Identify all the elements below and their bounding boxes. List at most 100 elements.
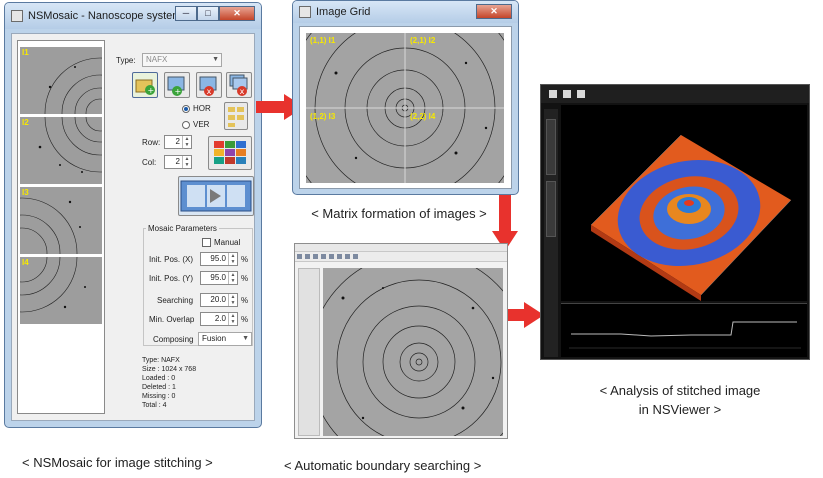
app-icon xyxy=(11,10,23,22)
close-button[interactable]: ✕ xyxy=(219,6,255,21)
tab-2d-view[interactable] xyxy=(546,119,556,175)
col-stepper[interactable]: 2 ▲ ▼ xyxy=(164,155,192,169)
nsviewer-window xyxy=(540,84,810,360)
clear-images-button[interactable]: x xyxy=(226,72,252,98)
toolbar-icon[interactable] xyxy=(313,254,318,259)
param-label: Init. Pos. (X) xyxy=(149,255,194,264)
add-folder-button[interactable]: + xyxy=(132,72,158,98)
status-panel: Type: NAFX Size : 1024 x 768 Loaded : 0 … xyxy=(142,356,196,410)
row-label: Row: xyxy=(142,138,161,147)
param-label: Min. Overlap xyxy=(149,315,195,324)
wafer-image xyxy=(323,268,503,436)
status-size: Size : 1024 x 768 xyxy=(142,366,197,373)
caption-mosaic: < NSMosaic for image stitching > xyxy=(22,455,213,470)
menu-bar[interactable] xyxy=(295,244,507,252)
caption-viewer-line1: < Analysis of stitched image xyxy=(599,383,761,398)
composing-select[interactable]: Fusion ▼ xyxy=(198,332,252,346)
toolbar-icon[interactable] xyxy=(353,254,358,259)
radio-label: VER xyxy=(193,120,210,129)
add-image-button[interactable]: + xyxy=(164,72,190,98)
thumbnail-list[interactable]: I1 I2 I3 I4 xyxy=(17,40,105,414)
orientation-hor-radio[interactable]: HOR xyxy=(182,104,211,113)
toolbar-icon[interactable] xyxy=(297,254,302,259)
grid-order-icon xyxy=(228,107,244,127)
viewer-toolbar xyxy=(541,85,809,103)
svg-text:+: + xyxy=(148,86,155,95)
composing-label: Composing xyxy=(153,335,194,344)
status-missing: Missing : 0 xyxy=(142,393,176,400)
window-title: Image Grid xyxy=(316,6,371,18)
toolbar-icon[interactable] xyxy=(337,254,342,259)
status-loaded: Loaded : 0 xyxy=(142,375,176,382)
row-value: 2 xyxy=(175,137,180,146)
param-unit: % xyxy=(241,255,249,264)
profile-chart[interactable] xyxy=(561,303,807,357)
toolbar-icon[interactable] xyxy=(345,254,350,259)
thumbnail-image xyxy=(38,117,102,173)
param-value: 2.0 xyxy=(214,314,226,323)
svg-text:x: x xyxy=(207,87,212,96)
stitched-result-image[interactable] xyxy=(323,268,503,436)
init-pos-y-stepper[interactable]: 95.0 ▲ ▼ xyxy=(200,271,238,285)
spin-arrows-icon[interactable]: ▲ ▼ xyxy=(182,156,191,168)
param-unit: % xyxy=(241,274,249,283)
thumbnail-label: I4 xyxy=(22,258,29,267)
orientation-ver-radio[interactable]: VER xyxy=(182,120,209,129)
radio-label: HOR xyxy=(193,104,211,113)
surface-plot-image xyxy=(590,134,792,301)
maximize-button[interactable]: □ xyxy=(197,6,219,21)
searching-stepper[interactable]: 20.0 ▲ ▼ xyxy=(200,293,238,307)
init-pos-x-stepper[interactable]: 95.0 ▲ ▼ xyxy=(200,252,238,266)
thumbnail-item[interactable]: I2 xyxy=(20,117,102,184)
clear-images-icon: x xyxy=(229,74,248,96)
run-stitching-button[interactable] xyxy=(178,176,254,216)
save-icon[interactable] xyxy=(563,90,571,98)
min-overlap-stepper[interactable]: 2.0 ▲ ▼ xyxy=(200,312,238,326)
param-value: 20.0 xyxy=(210,295,226,304)
svg-text:x: x xyxy=(240,87,245,96)
tab-3d-view[interactable] xyxy=(546,181,556,237)
grid-cell-label: (2,2) I4 xyxy=(410,112,436,121)
minimize-button[interactable]: ─ xyxy=(175,6,197,21)
orientation-preview-button[interactable] xyxy=(224,102,248,130)
close-button[interactable]: ✕ xyxy=(476,4,512,19)
manual-checkbox[interactable]: Manual xyxy=(202,238,240,247)
spin-arrows-icon[interactable]: ▲ ▼ xyxy=(228,253,237,265)
add-image-icon: + xyxy=(167,76,185,96)
param-label: Init. Pos. (Y) xyxy=(149,274,194,283)
checkbox-box xyxy=(202,238,211,247)
toolbar-icon[interactable] xyxy=(321,254,326,259)
type-select[interactable]: NAFX ▼ xyxy=(142,53,222,67)
thumbnail-item[interactable]: I1 xyxy=(20,47,102,114)
col-value: 2 xyxy=(175,157,180,166)
spin-arrows-icon[interactable]: ▲ ▼ xyxy=(228,272,237,284)
param-unit: % xyxy=(241,315,249,324)
side-panel[interactable] xyxy=(298,268,320,436)
thumbnail-item[interactable]: I4 xyxy=(20,257,102,324)
3d-surface-view[interactable] xyxy=(561,105,807,301)
type-select-value: NAFX xyxy=(146,55,168,64)
window-controls: ✕ xyxy=(476,4,512,19)
thumbnail-image xyxy=(20,197,81,254)
checkbox-label: Manual xyxy=(214,238,241,247)
spin-arrows-icon[interactable]: ▲ ▼ xyxy=(228,313,237,325)
param-value: 95.0 xyxy=(210,273,226,282)
toolbar-icon[interactable] xyxy=(305,254,310,259)
thumbnail-image xyxy=(20,257,86,313)
thumbnail-item[interactable]: I3 xyxy=(20,187,102,254)
toolbar-icon[interactable] xyxy=(329,254,334,259)
remove-image-button[interactable]: x xyxy=(196,72,222,98)
thumbnail-label: I2 xyxy=(22,118,29,127)
grid-app-icon xyxy=(299,6,311,18)
grid-color-button[interactable] xyxy=(208,136,252,170)
group-title: Mosaic Parameters xyxy=(146,224,219,233)
radio-dot xyxy=(182,120,190,129)
spin-arrows-icon[interactable]: ▲ ▼ xyxy=(228,294,237,306)
param-unit: % xyxy=(241,296,249,305)
stitched-grid-image[interactable]: (1,1) I1 (2,1) I2 (1,2) I3 (2,2) I4 xyxy=(306,33,504,183)
row-stepper[interactable]: 2 ▲ ▼ xyxy=(164,135,192,149)
spin-arrows-icon[interactable]: ▲ ▼ xyxy=(182,136,191,148)
settings-icon[interactable] xyxy=(577,90,585,98)
status-total: Total : 4 xyxy=(142,402,167,409)
home-icon[interactable] xyxy=(549,90,557,98)
